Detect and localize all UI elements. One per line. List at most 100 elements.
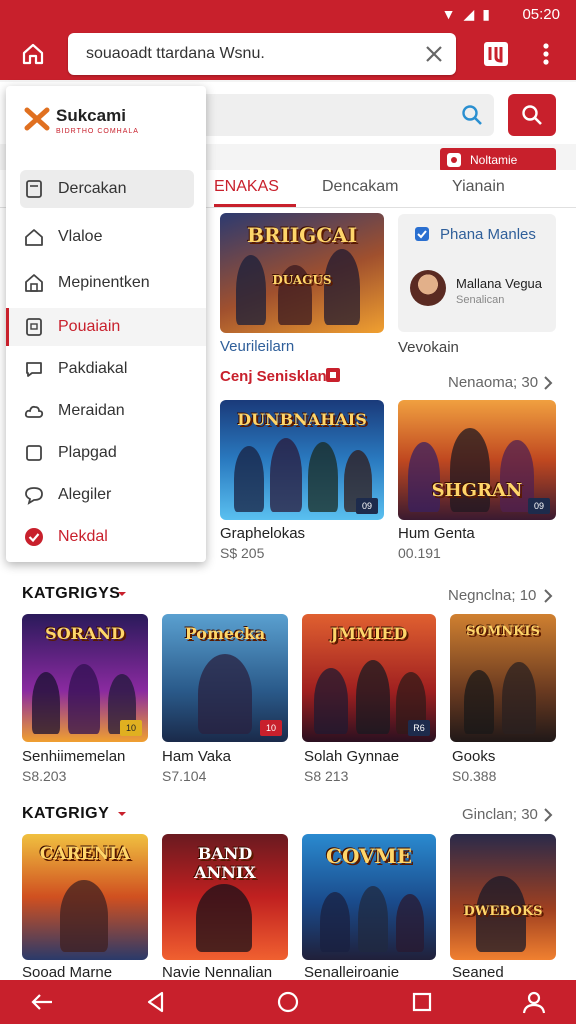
age-badge: 10 [120,720,142,736]
chevron-right-icon[interactable] [542,807,554,823]
drawer-item-meraidan[interactable]: Meraidan [6,392,206,430]
game-art-title: DUNBNAHAIS [237,410,367,429]
game-title[interactable]: Ham Vaka [162,748,231,765]
banner-title: BRIIGCAI [246,223,358,247]
info-card-sub: Senalican [456,294,505,306]
game-card[interactable]: COVME [302,834,436,960]
drawer-item-label: Pakdiakal [58,360,128,377]
game-price: S8 213 [304,768,349,784]
drawer-item-pouaiain[interactable]: Pouaiain [6,308,206,346]
game-card[interactable]: SOMNKIS [450,614,556,742]
profile-icon[interactable] [520,988,548,1016]
age-badge: R6 [408,720,430,736]
file-icon [26,318,42,336]
home-circle-icon[interactable] [274,988,302,1016]
game-art-title: COVME [326,844,412,868]
chevron-right-icon[interactable] [542,588,554,604]
game-card[interactable]: SHGRAN 09 [398,400,556,520]
avatar [410,270,446,306]
drawer-item-plapgad[interactable]: Plapgad [6,434,206,472]
game-price: 00.191 [398,545,441,561]
game-title[interactable]: Solah Gynnae [304,748,399,765]
bottom-navigation [0,980,576,1024]
drawer-item-dercakan[interactable]: Dercakan [20,170,194,208]
drawer-item-vlaloe[interactable]: Vlaloe [6,218,206,256]
game-title[interactable]: Senalleiroanie [304,964,399,981]
drawer-item-pakdiakal[interactable]: Pakdiakal [6,350,206,388]
game-price: S$ 205 [220,545,265,561]
see-more-link[interactable]: Ginclan; 30 [462,806,538,823]
drawer-item-label: Meraidan [58,402,125,419]
game-card[interactable]: Pomecka 10 [162,614,288,742]
drawer-item-label: Plapgad [58,444,117,461]
game-card[interactable]: DWEBOKS [450,834,556,960]
info-card-user: Mallana Vegua [456,276,543,291]
game-card[interactable]: BAND ANNIX [162,834,288,960]
game-art-title: JMMIED [330,624,408,643]
clear-icon[interactable] [422,40,446,68]
drawer-item-mepinentken[interactable]: Mepinentken [6,264,206,302]
chevron-right-icon[interactable] [542,375,554,391]
game-card[interactable]: CARENIA [22,834,148,960]
age-badge: 09 [528,498,550,514]
tab-dencakam[interactable]: Dencakam [322,178,398,196]
recents-square-icon[interactable] [408,988,436,1016]
game-price: S0.388 [452,768,497,784]
signal-icons: ▼◢▮ [441,6,498,22]
section-title: KATGRIGYS [22,585,121,602]
search-icon [460,103,484,127]
game-card[interactable]: DUNBNAHAIS 09 [220,400,384,520]
app-top-bar: ▼◢▮ 05:20 souaoadt ttardana Wsnu. [0,0,576,80]
drawer-item-nekdal[interactable]: Nekdal [6,518,206,556]
see-more-link[interactable]: Negnclna; 10 [448,587,536,604]
info-card-title: Phana Manles [440,226,536,243]
promo-badge[interactable]: Noltamie [440,148,556,172]
tabs-switcher-icon[interactable] [480,38,512,70]
search-icon [522,105,542,125]
drawer-item-label: Pouaiain [58,318,121,335]
check-icon [415,227,429,241]
game-title[interactable]: Sooad Marne [22,964,112,981]
game-title[interactable]: Seaned [452,964,504,981]
back-arrow-icon[interactable] [28,988,56,1016]
game-card[interactable]: SORAND 10 [22,614,148,742]
featured-caption[interactable]: Veurileilarn [220,338,294,355]
tab-yianain[interactable]: Yianain [452,178,505,196]
game-title[interactable]: Graphelokas [220,525,305,542]
game-title[interactable]: Navie Nennalian [162,964,272,981]
featured-caption-right: Vevokain [398,339,459,356]
drawer-item-alegiler[interactable]: Alegiler [6,476,206,514]
character-figure [324,249,360,325]
back-triangle-icon[interactable] [142,988,170,1016]
game-art-title: SOMNKIS [466,624,540,639]
home-icon[interactable] [14,36,52,72]
tab-indicator [214,204,296,207]
game-title[interactable]: Hum Genta [398,525,475,542]
tab-enakas[interactable]: ENAKAS [214,178,279,196]
game-title[interactable]: Senhiimemelan [22,748,125,765]
promo-label: Noltamie [470,153,518,167]
game-title[interactable]: Gooks [452,748,495,765]
dropdown-icon[interactable] [116,588,128,600]
drawer-item-label: Mepinentken [58,274,150,291]
brand-name: Sukcami [56,106,126,125]
drawer-item-label: Alegiler [58,486,112,503]
game-art-title: DWEBOKS [463,904,543,919]
see-more-link[interactable]: Nenaoma; 30 [448,374,538,391]
age-badge: 09 [356,498,378,514]
home-icon [25,229,43,246]
address-bar[interactable]: souaoadt ttardana Wsnu. [68,33,456,75]
navigation-drawer: Sukcami BIDRTHO COMHALA Dercakan Vlaloe … [6,86,206,562]
more-menu-icon[interactable] [536,38,556,70]
search-button[interactable] [508,94,556,136]
game-card[interactable]: JMMIED R6 [302,614,436,742]
document-icon [26,180,42,198]
banner-subtitle: DUAGUS [272,273,332,287]
brand-logo: Sukcami BIDRTHO COMHALA [24,106,138,137]
featured-banner[interactable]: BRIIGCAI DUAGUS [220,213,384,333]
dropdown-icon[interactable] [116,808,128,820]
game-art-title: BAND ANNIX [194,844,256,882]
logo-icon [24,107,50,131]
address-text: souaoadt ttardana Wsnu. [86,45,265,62]
promo-info-card[interactable]: Phana Manles Mallana Vegua Senalican [398,214,556,332]
